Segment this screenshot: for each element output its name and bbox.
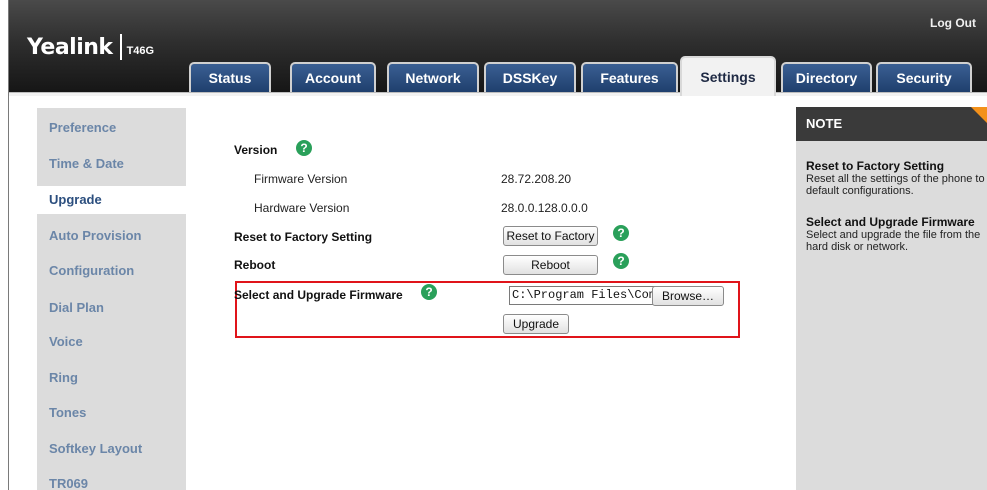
upgrade-button[interactable]: Upgrade [503, 314, 569, 334]
header-divider [9, 92, 987, 96]
sidebar-item-softkey-layout[interactable]: Softkey Layout [37, 435, 186, 463]
sidebar-item-auto-provision[interactable]: Auto Provision [37, 222, 186, 250]
sidebar-item-tr069[interactable]: TR069 [37, 470, 186, 490]
sidebar-item-upgrade[interactable]: Upgrade [37, 186, 195, 214]
reset-factory-label: Reset to Factory Setting [234, 230, 373, 244]
reboot-button[interactable]: Reboot [503, 255, 598, 275]
reset-help-icon[interactable]: ? [613, 225, 629, 241]
tab-account[interactable]: Account [290, 62, 376, 92]
sidebar-item-tones[interactable]: Tones [37, 399, 186, 427]
note-reset-text: Reset all the settings of the phone to d… [806, 173, 985, 197]
firmware-file-input[interactable]: C:\Program Files\Comm [509, 286, 657, 305]
sidebar-item-dial-plan[interactable]: Dial Plan [37, 294, 186, 322]
reset-factory-button[interactable]: Reset to Factory [503, 226, 598, 246]
brand-name: Yealink [27, 34, 113, 60]
tab-status[interactable]: Status [189, 62, 271, 92]
app-frame: Yealink T46G Log Out Status Account Netw… [8, 0, 987, 490]
reboot-help-icon[interactable]: ? [613, 253, 629, 269]
sidebar-item-ring[interactable]: Ring [37, 364, 186, 392]
sidebar-nav: Preference Time & Date Upgrade Auto Prov… [37, 108, 195, 490]
sidebar-item-configuration[interactable]: Configuration [37, 257, 186, 285]
reboot-label: Reboot [234, 258, 276, 272]
upgrade-help-icon[interactable]: ? [421, 284, 437, 300]
browse-button[interactable]: Browse… [652, 286, 724, 306]
note-heading: NOTE [796, 107, 987, 141]
note-corner-flag [971, 107, 987, 125]
sidebar-item-time-date[interactable]: Time & Date [37, 150, 186, 178]
note-panel: NOTE Reset to Factory Setting Reset all … [796, 107, 987, 490]
note-reset-title: Reset to Factory Setting [806, 159, 945, 173]
upgrade-firmware-label: Select and Upgrade Firmware [234, 288, 403, 302]
tab-directory[interactable]: Directory [781, 62, 872, 92]
logo-divider [119, 34, 122, 60]
sidebar-item-preference[interactable]: Preference [37, 114, 186, 142]
hardware-version-label: Hardware Version [254, 201, 350, 215]
tab-settings[interactable]: Settings [680, 56, 776, 96]
firmware-version-value: 28.72.208.20 [501, 172, 572, 186]
version-help-icon[interactable]: ? [296, 140, 312, 156]
version-heading: Version [234, 143, 278, 157]
note-upgrade-title: Select and Upgrade Firmware [806, 215, 975, 229]
model-name: T46G [126, 45, 155, 57]
tab-dsskey[interactable]: DSSKey [484, 62, 576, 92]
tab-features[interactable]: Features [581, 62, 678, 92]
header-bar: Yealink T46G Log Out Status Account Netw… [9, 0, 987, 96]
brand-logo: Yealink T46G [27, 34, 154, 60]
tab-network[interactable]: Network [387, 62, 479, 92]
logout-link[interactable]: Log Out [930, 16, 976, 30]
hardware-version-value: 28.0.0.128.0.0.0 [501, 201, 588, 215]
sidebar-item-voice[interactable]: Voice [37, 328, 186, 356]
tab-security[interactable]: Security [876, 62, 972, 92]
firmware-version-label: Firmware Version [254, 172, 348, 186]
note-upgrade-text: Select and upgrade the file from the har… [806, 229, 981, 253]
